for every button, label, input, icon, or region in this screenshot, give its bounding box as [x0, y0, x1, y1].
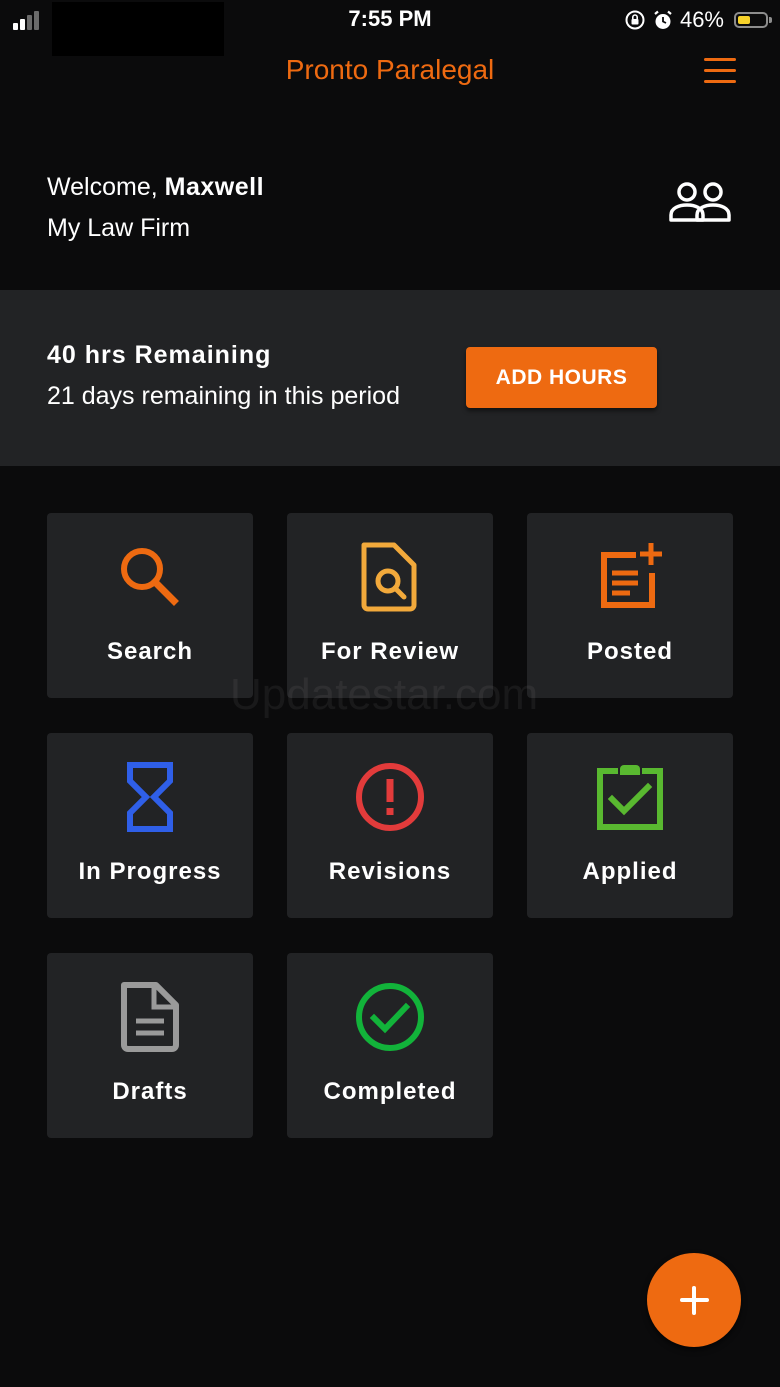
post-add-icon: [601, 543, 662, 608]
battery-percent: 46%: [679, 7, 724, 32]
hourglass-icon: [127, 762, 173, 832]
tile-drafts[interactable]: Drafts: [47, 953, 253, 1138]
hamburger-menu-icon[interactable]: [704, 58, 738, 84]
tile-search[interactable]: Search: [47, 513, 253, 698]
alert-circle-icon: [356, 763, 424, 831]
check-circle-icon: [356, 983, 424, 1051]
orientation-lock-icon: [625, 10, 645, 30]
tile-posted[interactable]: Posted: [527, 513, 733, 698]
tile-label: Drafts: [112, 1078, 188, 1105]
welcome-greeting: Welcome,: [47, 173, 158, 201]
add-hours-button[interactable]: ADD HOURS: [466, 347, 657, 408]
alarm-icon: [654, 10, 672, 29]
tile-applied[interactable]: Applied: [527, 733, 733, 918]
period-remaining: 21 days remaining in this period: [47, 382, 400, 410]
tile-label: Revisions: [328, 858, 452, 885]
team-icon[interactable]: [668, 180, 732, 224]
tile-for-review[interactable]: For Review: [287, 513, 493, 698]
tile-completed[interactable]: Completed: [287, 953, 493, 1138]
search-icon: [121, 548, 179, 606]
hours-panel: 40 hrs Remaining 21 days remaining in th…: [0, 290, 780, 466]
user-name: Maxwell: [164, 173, 265, 201]
battery-icon: [734, 12, 772, 28]
app-title: Pronto Paralegal: [285, 54, 495, 85]
clipboard-check-icon: [597, 765, 663, 830]
firm-name: My Law Firm: [47, 214, 191, 242]
tile-label: Posted: [586, 638, 673, 665]
tile-in-progress[interactable]: In Progress: [47, 733, 253, 918]
tile-label: Applied: [582, 858, 678, 885]
status-bar: 7:55 PM 46%: [0, 0, 780, 56]
welcome-line: Welcome, Maxwell: [47, 170, 264, 204]
tile-label: For Review: [320, 638, 460, 665]
tile-label: Search: [106, 638, 194, 665]
add-fab-plus-icon[interactable]: [647, 1253, 741, 1347]
tile-label: In Progress: [78, 858, 222, 885]
tile-label: Completed: [323, 1078, 457, 1105]
hours-remaining: 40 hrs Remaining: [47, 341, 272, 369]
document-search-icon: [361, 542, 417, 612]
status-right-group: 46%: [624, 6, 772, 34]
document-icon: [121, 982, 179, 1052]
tile-revisions[interactable]: Revisions: [287, 733, 493, 918]
